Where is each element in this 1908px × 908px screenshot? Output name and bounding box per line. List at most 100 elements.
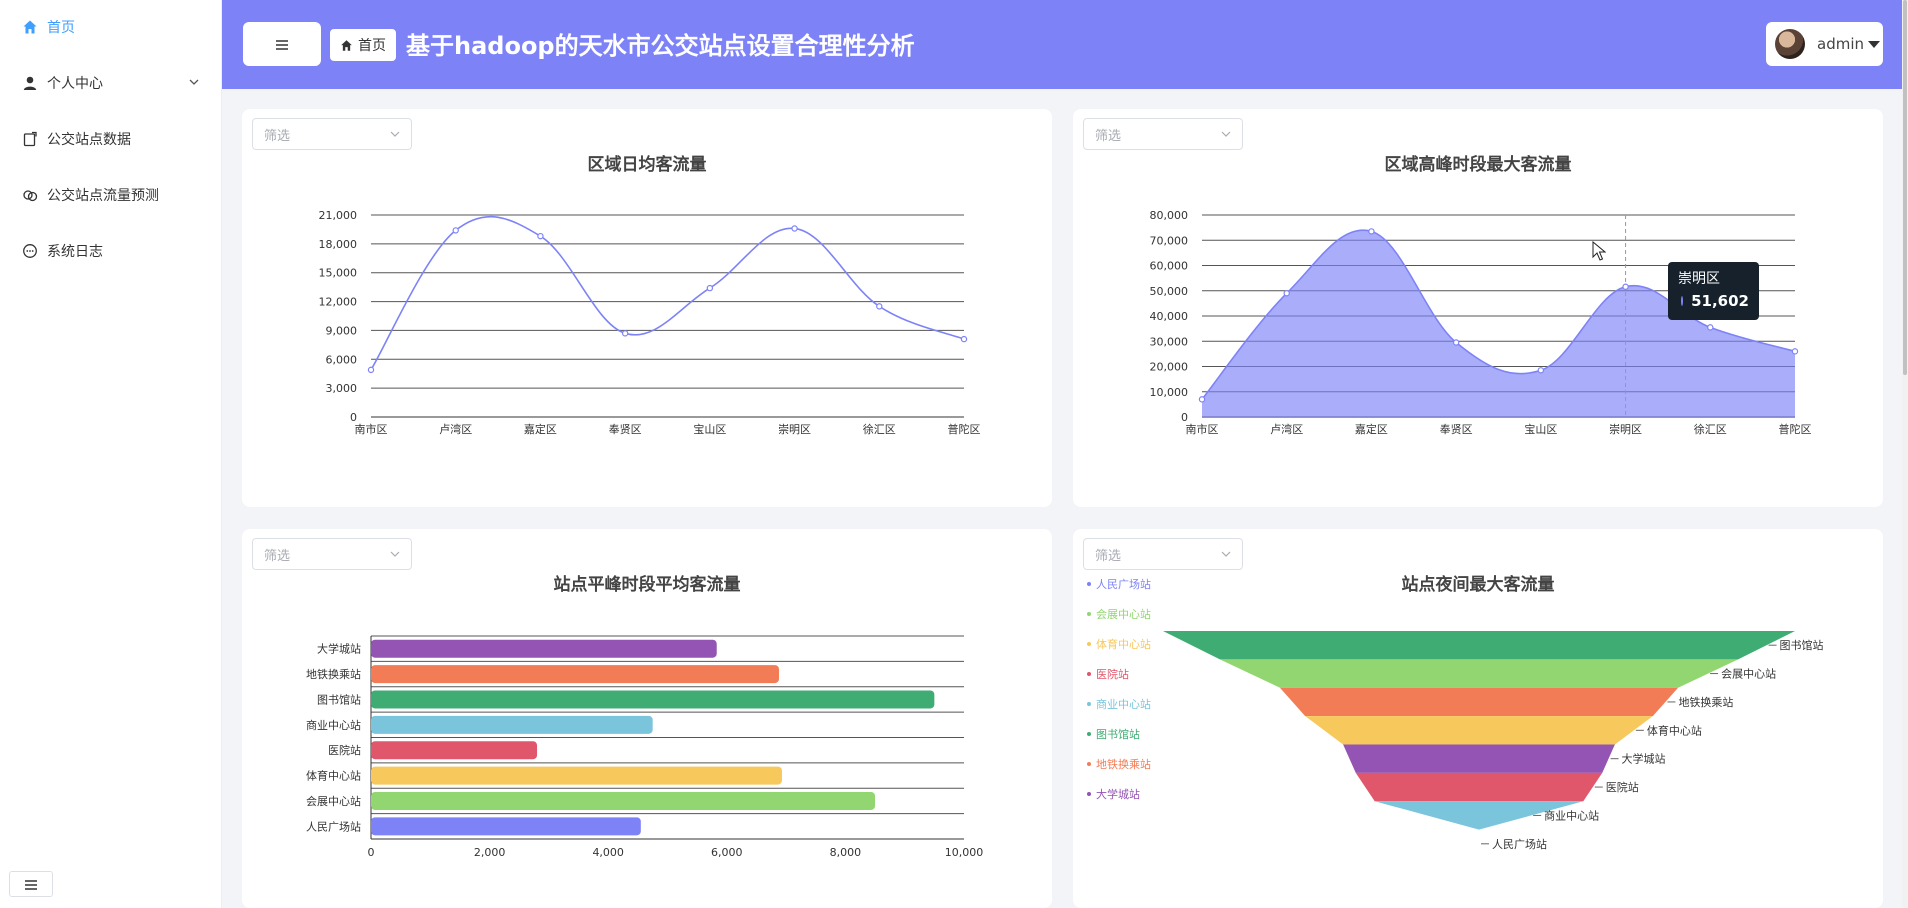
x-tick-label: 普陀区: [1779, 422, 1812, 436]
x-tick-label: 卢湾区: [439, 422, 472, 436]
sidebar-item-bus-stop-data[interactable]: 公交站点数据: [0, 119, 222, 159]
data-point: [1707, 324, 1714, 331]
data-point: [537, 232, 544, 240]
line-chart: 03,0006,0009,00012,00015,00018,00021,000…: [319, 209, 981, 436]
data-point: [791, 225, 798, 232]
y-tick-label: 地铁换乘站: [306, 667, 361, 681]
bar: [371, 741, 538, 760]
y-tick-label: 医院站: [328, 743, 361, 757]
tooltip-value: 51,602: [1691, 292, 1749, 310]
avatar: [1775, 29, 1805, 59]
username: admin: [1817, 35, 1864, 53]
y-tick-label: 21,000: [319, 209, 358, 222]
funnel-segment: [1355, 772, 1603, 802]
y-tick-label: 会展中心站: [306, 794, 361, 808]
funnel-segment: [1219, 659, 1739, 688]
x-tick-label: 徐汇区: [1694, 422, 1727, 436]
y-tick-label: 40,000: [1150, 310, 1189, 323]
y-tick-label: 人民广场站: [306, 819, 361, 833]
bar: [371, 817, 641, 836]
sidebar-item-system-log[interactable]: 系统日志: [0, 231, 222, 271]
x-tick-label: 崇明区: [778, 423, 811, 436]
data-point: [1368, 228, 1375, 235]
data-point: [1452, 339, 1460, 346]
series-area: [1202, 230, 1795, 417]
x-tick-label: 10,000: [945, 846, 984, 859]
data-point: [1283, 290, 1290, 297]
x-tick-label: 宝山区: [1524, 422, 1557, 436]
y-tick-label: 18,000: [319, 238, 358, 251]
x-tick-label: 普陀区: [948, 422, 981, 436]
scrollbar-thumb[interactable]: [1903, 0, 1907, 375]
bar: [371, 715, 653, 734]
home-icon: [340, 39, 353, 52]
card-peak-flow: 筛选 区域高峰时段最大客流量 0 10,000 20,000 30,000 40,000…: [1073, 109, 1883, 507]
sidebar-collapse-button[interactable]: [9, 871, 53, 897]
bar: [371, 766, 782, 785]
menu-icon: [276, 35, 288, 54]
bar: [371, 665, 779, 684]
segment-label: 会展中心站: [1721, 667, 1776, 681]
bar: [371, 791, 876, 810]
x-tick-label: 嘉定区: [1355, 422, 1388, 436]
bar: [371, 690, 935, 709]
y-tick-label: 30,000: [1150, 335, 1189, 348]
sidebar-item-label: 公交站点数据: [47, 132, 131, 148]
y-tick-label: 50,000: [1150, 285, 1189, 298]
x-tick-label: 8,000: [830, 846, 862, 859]
data-point: [706, 284, 714, 292]
sidebar-item-label: 系统日志: [47, 244, 103, 260]
header-bar: 首页 基于hadoop的天水市公交站点设置合理性分析 admin: [222, 0, 1908, 89]
x-tick-label: 奉贤区: [1440, 422, 1473, 436]
sidebar-item-personal-center[interactable]: 个人中心: [0, 63, 222, 103]
area-chart: 010,00020,00030,00040,00050,00060,00070,…: [1150, 209, 1812, 436]
card-offpeak-flow: 筛选 站点平峰时段平均客流量 0 2,000 4,000 6,000 8,000 10,0…: [242, 529, 1052, 908]
y-tick-label: 3,000: [326, 382, 358, 395]
document-icon: [21, 130, 39, 148]
sidebar-item-flow-forecast[interactable]: 公交站点流量预测: [0, 175, 222, 215]
y-tick-label: 12,000: [319, 296, 358, 309]
caret-down-icon: [1868, 40, 1880, 48]
x-tick-label: 南市区: [355, 422, 388, 436]
data-point: [367, 366, 375, 374]
link-icon: [21, 186, 39, 204]
menu-toggle-button[interactable]: [243, 22, 321, 66]
funnel-segment: [1279, 687, 1679, 717]
home-icon: [21, 18, 39, 36]
y-tick-label: 10,000: [1150, 386, 1189, 399]
y-tick-label: 80,000: [1150, 209, 1189, 222]
y-tick-label: 体育中心站: [306, 769, 361, 783]
segment-label: 医院站: [1606, 780, 1639, 794]
chevron-down-icon: [188, 76, 200, 92]
x-tick-label: 徐汇区: [863, 422, 896, 436]
sidebar-item-label: 公交站点流量预测: [47, 188, 159, 204]
y-tick-label: 70,000: [1150, 234, 1189, 247]
x-tick-label: 2,000: [474, 846, 506, 859]
y-tick-label: 6,000: [326, 353, 358, 366]
breadcrumb[interactable]: 首页: [330, 29, 396, 61]
funnel-segment: [1305, 716, 1653, 745]
user-icon: [21, 74, 39, 92]
x-tick-label: 奉贤区: [609, 422, 642, 436]
tooltip-series-dot: [1681, 296, 1684, 306]
segment-label: 体育中心站: [1647, 723, 1702, 737]
card-night-flow: 筛选 站点夜间最大客流量 人民广场站 会展中心站 体育中心站 医院站 商业中心站 图书馆站…: [1073, 529, 1883, 908]
user-menu[interactable]: admin: [1766, 22, 1883, 66]
data-point: [1198, 396, 1206, 403]
y-tick-label: 20,000: [1150, 361, 1189, 374]
x-tick-label: 崇明区: [1609, 423, 1642, 436]
y-tick-label: 商业中心站: [306, 718, 361, 732]
sidebar-item-home[interactable]: 首页: [0, 7, 222, 47]
y-tick-label: 图书馆站: [317, 692, 361, 706]
chart-tooltip: 崇明区 51,602: [1668, 262, 1759, 320]
tooltip-category: 崇明区: [1678, 271, 1720, 287]
y-tick-label: 大学城站: [317, 642, 361, 656]
segment-label: 图书馆站: [1780, 638, 1824, 652]
x-tick-label: 0: [368, 846, 375, 859]
data-point: [1537, 367, 1545, 374]
funnel-segment: [1343, 744, 1615, 773]
sidebar-item-label: 个人中心: [47, 76, 103, 92]
data-point: [452, 227, 459, 234]
y-tick-label: 9,000: [326, 324, 358, 337]
page-scrollbar[interactable]: [1902, 0, 1908, 908]
